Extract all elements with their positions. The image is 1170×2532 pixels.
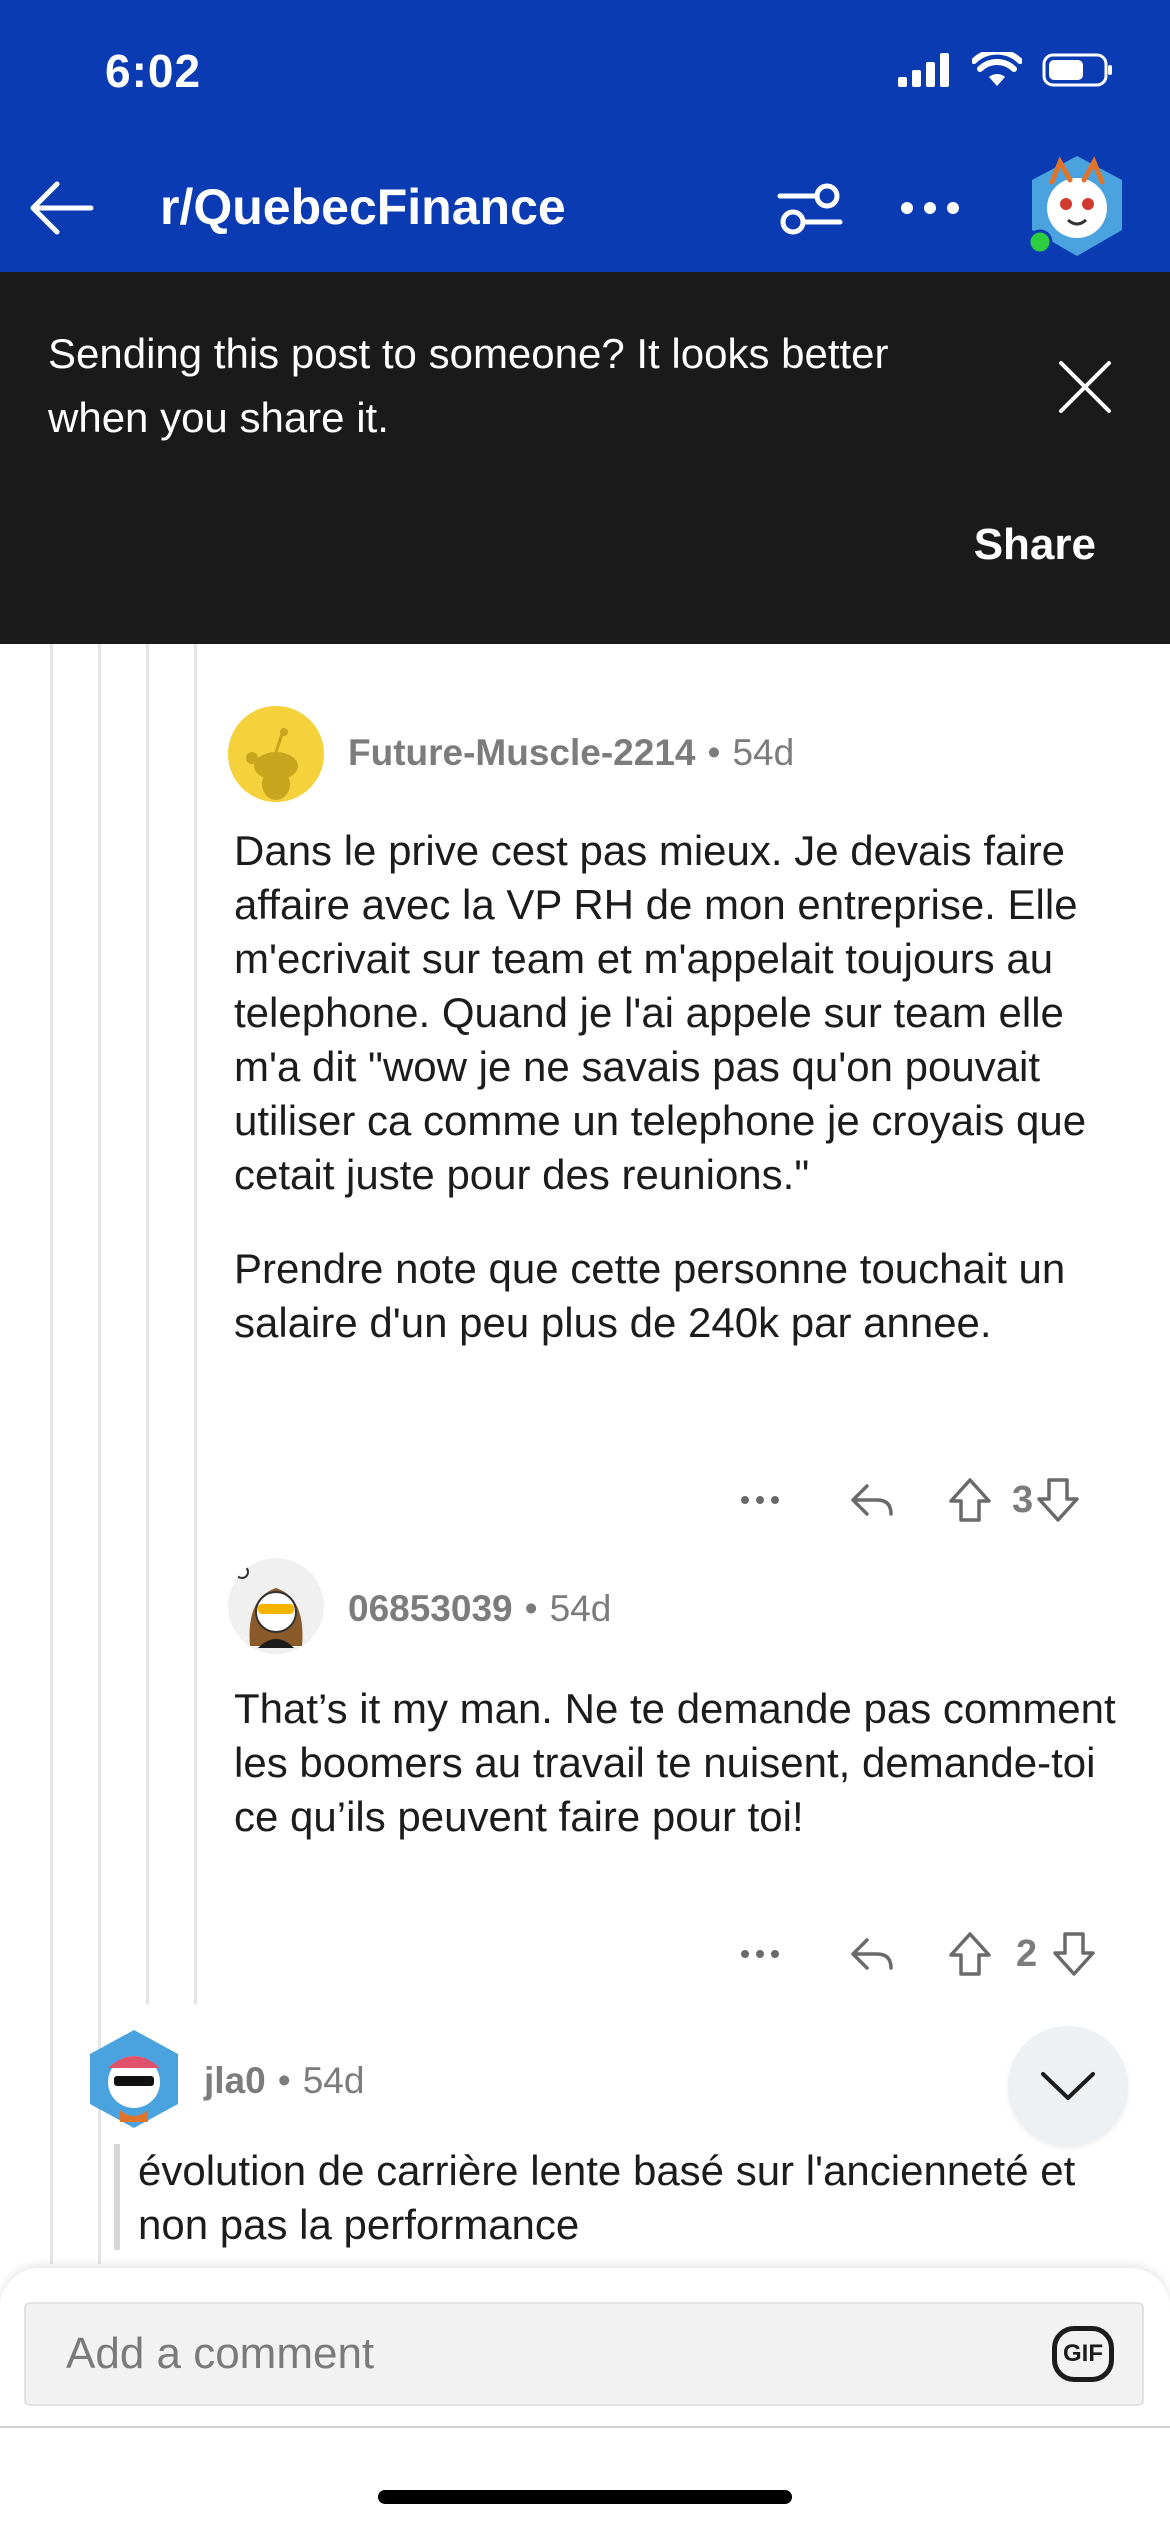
comment-meta: 06853039 • 54d [348,1588,611,1630]
meta-separator: • [277,2060,291,2101]
comment-author[interactable]: 06853039 [348,1588,513,1629]
arrow-left-icon [30,181,94,235]
comment-item: 06853039 • 54d That’s it my man. Ne te dem… [0,1544,1170,2004]
chevron-down-icon [1041,2072,1095,2100]
snoo-avatar-icon [228,706,324,802]
comment-author[interactable]: Future-Muscle-2214 [348,732,696,773]
add-comment-input[interactable]: Add a comment [24,2302,1144,2406]
comment-avatar[interactable] [228,1558,324,1654]
snoo-avatar-icon [228,1558,324,1654]
quote-bar [114,2144,120,2250]
comment-paragraph: Dans le prive cest pas mieux. Je devais … [234,827,1087,1198]
comment-age: 54d [732,732,795,773]
profile-avatar-icon [1027,156,1122,256]
comment-avatar[interactable] [228,706,324,802]
comment-author[interactable]: jla0 [204,2060,266,2101]
app-header: 6:02 r/QuebecFinance [0,0,1170,272]
comment-more-button[interactable] [728,1924,792,1984]
comment-actions: 3 [728,1470,1083,1530]
meta-separator: • [524,1588,538,1629]
share-banner-message: Sending this post to someone? It looks b… [48,330,889,441]
comment-item: Future-Muscle-2214 • 54d Dans le prive ces… [0,644,1170,1544]
comment-composer: Add a comment GIF [0,2268,1170,2532]
more-options-button[interactable] [890,168,970,248]
upvote-button[interactable] [942,1924,998,1984]
comment-item: jla0 • 54d évolution de carrière lente bas… [0,2004,1170,2264]
comment-paragraph: Prendre note que cette personne touchait… [234,1245,1066,1346]
comment-more-button[interactable] [728,1470,792,1530]
comment-paragraph: That’s it my man. Ne te demande pas comm… [234,1685,1116,1840]
close-banner-button[interactable] [1050,352,1120,422]
more-horizontal-icon [901,202,959,214]
status-time: 6:02 [105,45,202,97]
vote-score: 2 [1016,1932,1038,1975]
comment-quote: évolution de carrière lente basé sur l'a… [138,2147,1076,2248]
comment-body: Dans le prive cest pas mieux. Je devais … [234,824,1134,1350]
scroll-next-button[interactable] [1008,2026,1128,2146]
comment-age: 54d [549,1588,612,1629]
divider [0,2426,1170,2428]
vote-score: 3 [1012,1478,1034,1521]
share-banner: Sending this post to someone? It looks b… [0,272,1170,644]
wifi-icon [972,52,1022,86]
battery-icon [1042,53,1112,87]
downvote-button[interactable] [1033,1470,1083,1530]
share-button[interactable]: Share [974,520,1096,570]
upvote-arrow-icon [949,1478,991,1522]
reply-button[interactable] [832,1924,912,1984]
more-horizontal-icon [741,1950,779,1958]
snoo-avatar-icon [90,2030,178,2128]
user-avatar[interactable] [1022,142,1132,262]
comment-actions: 2 [728,1924,1099,1984]
reply-button[interactable] [832,1470,912,1530]
comment-body: That’s it my man. Ne te demande pas comm… [234,1682,1134,1844]
upvote-button[interactable] [942,1470,998,1530]
upvote-arrow-icon [949,1932,991,1976]
subreddit-title[interactable]: r/QuebecFinance [160,178,566,236]
sliders-icon [777,183,843,235]
reply-icon [851,1484,893,1516]
comment-thread: Future-Muscle-2214 • 54d Dans le prive ces… [0,644,1170,2264]
gif-button[interactable]: GIF [1052,2326,1114,2382]
status-icons [898,52,1114,88]
close-icon [1059,361,1111,413]
downvote-arrow-icon [1053,1932,1095,1976]
comment-avatar[interactable] [84,2026,184,2130]
sort-filter-button[interactable] [770,168,850,248]
reply-icon [851,1938,893,1970]
back-button[interactable] [22,168,102,248]
meta-separator: • [707,732,721,773]
cellular-signal-icon [898,53,949,87]
downvote-arrow-icon [1037,1478,1079,1522]
home-indicator[interactable] [378,2490,792,2504]
more-horizontal-icon [741,1496,779,1504]
comment-age: 54d [302,2060,365,2101]
downvote-button[interactable] [1049,1924,1099,1984]
comment-meta: Future-Muscle-2214 • 54d [348,732,794,774]
comment-meta: jla0 • 54d [204,2060,364,2102]
